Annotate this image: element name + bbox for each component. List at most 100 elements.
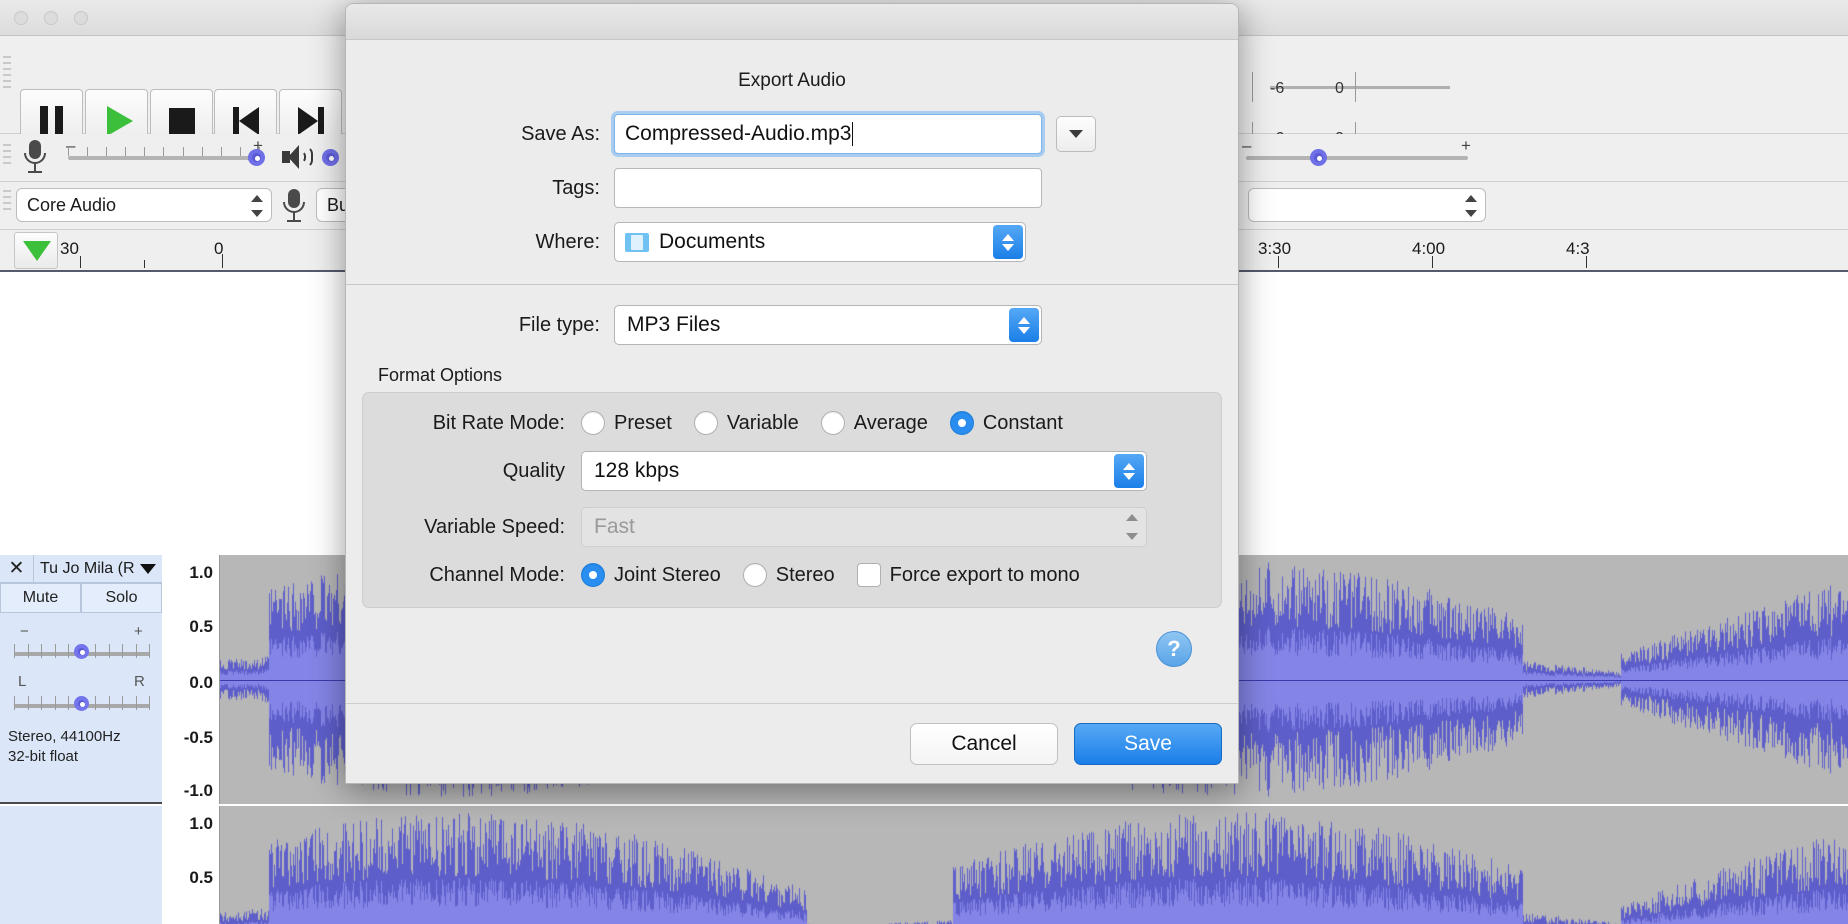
where-select[interactable]: Documents bbox=[614, 222, 1026, 262]
file-type-label: File type: bbox=[346, 314, 614, 337]
vertical-ruler-channel2: 1.0 0.5 0.0 -0.5 -1.0 bbox=[162, 806, 220, 924]
track-format-line2: 32-bit float bbox=[8, 747, 121, 767]
save-as-value: Compressed-Audio.mp3 bbox=[625, 122, 851, 146]
maximize-window-button[interactable] bbox=[74, 11, 88, 25]
help-button[interactable]: ? bbox=[1156, 631, 1192, 667]
channel-mode-label-joint-stereo: Joint Stereo bbox=[614, 564, 721, 587]
format-options-legend: Format Options bbox=[378, 365, 1238, 386]
track-info: Stereo, 44100Hz 32-bit float bbox=[8, 727, 121, 767]
ruler-label-2: 3:30 bbox=[1258, 239, 1291, 259]
meter-left-label-top: -6 bbox=[1270, 80, 1284, 98]
chevron-updown-icon[interactable] bbox=[1114, 454, 1144, 488]
zoom-plus-label: + bbox=[1461, 136, 1471, 156]
toolbar-grip[interactable] bbox=[2, 186, 12, 224]
toolbar-grip[interactable] bbox=[2, 140, 12, 176]
stop-icon bbox=[169, 108, 195, 134]
file-type-select[interactable]: MP3 Files bbox=[614, 305, 1042, 345]
bit-rate-mode-radio-variable[interactable] bbox=[694, 411, 718, 435]
save-button[interactable]: Save bbox=[1074, 723, 1222, 765]
vruler-value-1: 1.0 bbox=[189, 814, 213, 834]
track-title-row[interactable]: ✕ Tu Jo Mila (R bbox=[0, 555, 162, 583]
audio-host-value: Core Audio bbox=[27, 195, 116, 216]
quality-value: 128 kbps bbox=[594, 459, 679, 483]
recording-volume-knob[interactable] bbox=[248, 149, 265, 166]
solo-button[interactable]: Solo bbox=[81, 583, 162, 613]
bit-rate-mode-radio-preset[interactable] bbox=[581, 411, 605, 435]
file-type-value: MP3 Files bbox=[627, 313, 720, 337]
track-menu-chevron-icon[interactable] bbox=[140, 564, 156, 574]
vruler-value-5: -1.0 bbox=[184, 781, 213, 801]
vruler-value-2: 0.5 bbox=[189, 868, 213, 888]
quality-label: Quality bbox=[363, 460, 581, 483]
track-control-panel-channel2[interactable]: Select bbox=[0, 806, 162, 924]
channel-mode-radio-joint-stereo[interactable] bbox=[581, 563, 605, 587]
recording-volume-slider[interactable] bbox=[68, 156, 260, 160]
bit-rate-mode-label-variable: Variable bbox=[727, 412, 799, 435]
audio-host-select[interactable]: Core Audio bbox=[16, 188, 272, 222]
export-audio-dialog: Export Audio Save As: Compressed-Audio.m… bbox=[345, 3, 1239, 784]
close-window-button[interactable] bbox=[14, 11, 28, 25]
vruler-value-3: 0.0 bbox=[189, 673, 213, 693]
tags-label: Tags: bbox=[346, 177, 614, 200]
chevron-updown-icon[interactable] bbox=[993, 225, 1023, 259]
chevron-updown-icon bbox=[250, 195, 263, 217]
chevron-updown-icon bbox=[1464, 195, 1477, 217]
vruler-value-2: 0.5 bbox=[189, 617, 213, 637]
gain-slider[interactable] bbox=[14, 643, 150, 661]
quality-select[interactable]: 128 kbps bbox=[581, 451, 1147, 491]
track-format-line1: Stereo, 44100Hz bbox=[8, 727, 121, 747]
mute-button[interactable]: Mute bbox=[0, 583, 81, 613]
gain-minus-label: − bbox=[20, 623, 29, 640]
tags-input[interactable] bbox=[614, 168, 1042, 208]
vertical-ruler-channel1: 1.0 0.5 0.0 -0.5 -1.0 bbox=[162, 555, 220, 804]
vruler-value-1: 1.0 bbox=[189, 563, 213, 583]
cancel-button[interactable]: Cancel bbox=[910, 723, 1058, 765]
chevron-updown-icon bbox=[1125, 514, 1138, 540]
save-as-label: Save As: bbox=[346, 123, 614, 146]
zoom-minus-label: – bbox=[1242, 136, 1251, 156]
dialog-divider bbox=[346, 284, 1238, 285]
gain-plus-label: + bbox=[134, 623, 143, 640]
play-region-icon bbox=[23, 241, 51, 261]
dialog-titlebar bbox=[346, 4, 1238, 40]
secondary-slider[interactable] bbox=[1246, 156, 1468, 160]
bit-rate-mode-radio-average[interactable] bbox=[821, 411, 845, 435]
save-as-input[interactable]: Compressed-Audio.mp3 bbox=[614, 114, 1042, 154]
close-track-icon[interactable]: ✕ bbox=[0, 555, 34, 582]
chevron-down-icon bbox=[1069, 130, 1083, 138]
force-export-to-mono-checkbox[interactable] bbox=[857, 563, 881, 587]
vruler-value-4: -0.5 bbox=[184, 728, 213, 748]
folder-icon bbox=[625, 233, 649, 252]
ruler-label-0: 30 bbox=[60, 239, 79, 259]
chevron-updown-icon[interactable] bbox=[1009, 308, 1039, 342]
channel-mode-label-stereo: Stereo bbox=[776, 564, 835, 587]
microphone-icon bbox=[24, 140, 46, 174]
pan-slider[interactable] bbox=[14, 695, 150, 713]
bit-rate-mode-radio-constant[interactable] bbox=[950, 411, 974, 435]
toolbar-grip[interactable] bbox=[2, 52, 12, 108]
track-control-panel[interactable]: ✕ Tu Jo Mila (R Mute Solo − + L R bbox=[0, 555, 162, 804]
bit-rate-mode-label-constant: Constant bbox=[983, 412, 1063, 435]
dialog-title: Export Audio bbox=[346, 70, 1238, 92]
ruler-label-3: 4:00 bbox=[1412, 239, 1445, 259]
pan-right-label: R bbox=[134, 673, 145, 690]
pan-slider-knob[interactable] bbox=[74, 696, 89, 711]
playback-device-select[interactable] bbox=[1248, 188, 1486, 222]
pan-left-label: L bbox=[18, 673, 26, 690]
track-name: Tu Jo Mila (R bbox=[34, 560, 140, 578]
meter-right-label-top: 0 bbox=[1335, 80, 1344, 98]
variable-speed-select[interactable]: Fast bbox=[581, 507, 1147, 547]
where-value: Documents bbox=[659, 230, 765, 254]
timeline-play-region-button[interactable] bbox=[14, 232, 58, 269]
force-export-to-mono-label: Force export to mono bbox=[890, 564, 1080, 587]
channel-mode-radio-stereo[interactable] bbox=[743, 563, 767, 587]
variable-speed-value: Fast bbox=[594, 515, 635, 539]
minimize-window-button[interactable] bbox=[44, 11, 58, 25]
playback-volume-knob[interactable] bbox=[322, 149, 339, 166]
format-options-group: Bit Rate Mode: Preset Variable Average C… bbox=[362, 392, 1222, 608]
variable-speed-label: Variable Speed: bbox=[363, 516, 581, 539]
gain-slider-knob[interactable] bbox=[74, 644, 89, 659]
save-as-expand-button[interactable] bbox=[1056, 116, 1096, 152]
waveform-channel2[interactable] bbox=[220, 806, 1848, 924]
secondary-slider-knob[interactable] bbox=[1310, 149, 1327, 166]
